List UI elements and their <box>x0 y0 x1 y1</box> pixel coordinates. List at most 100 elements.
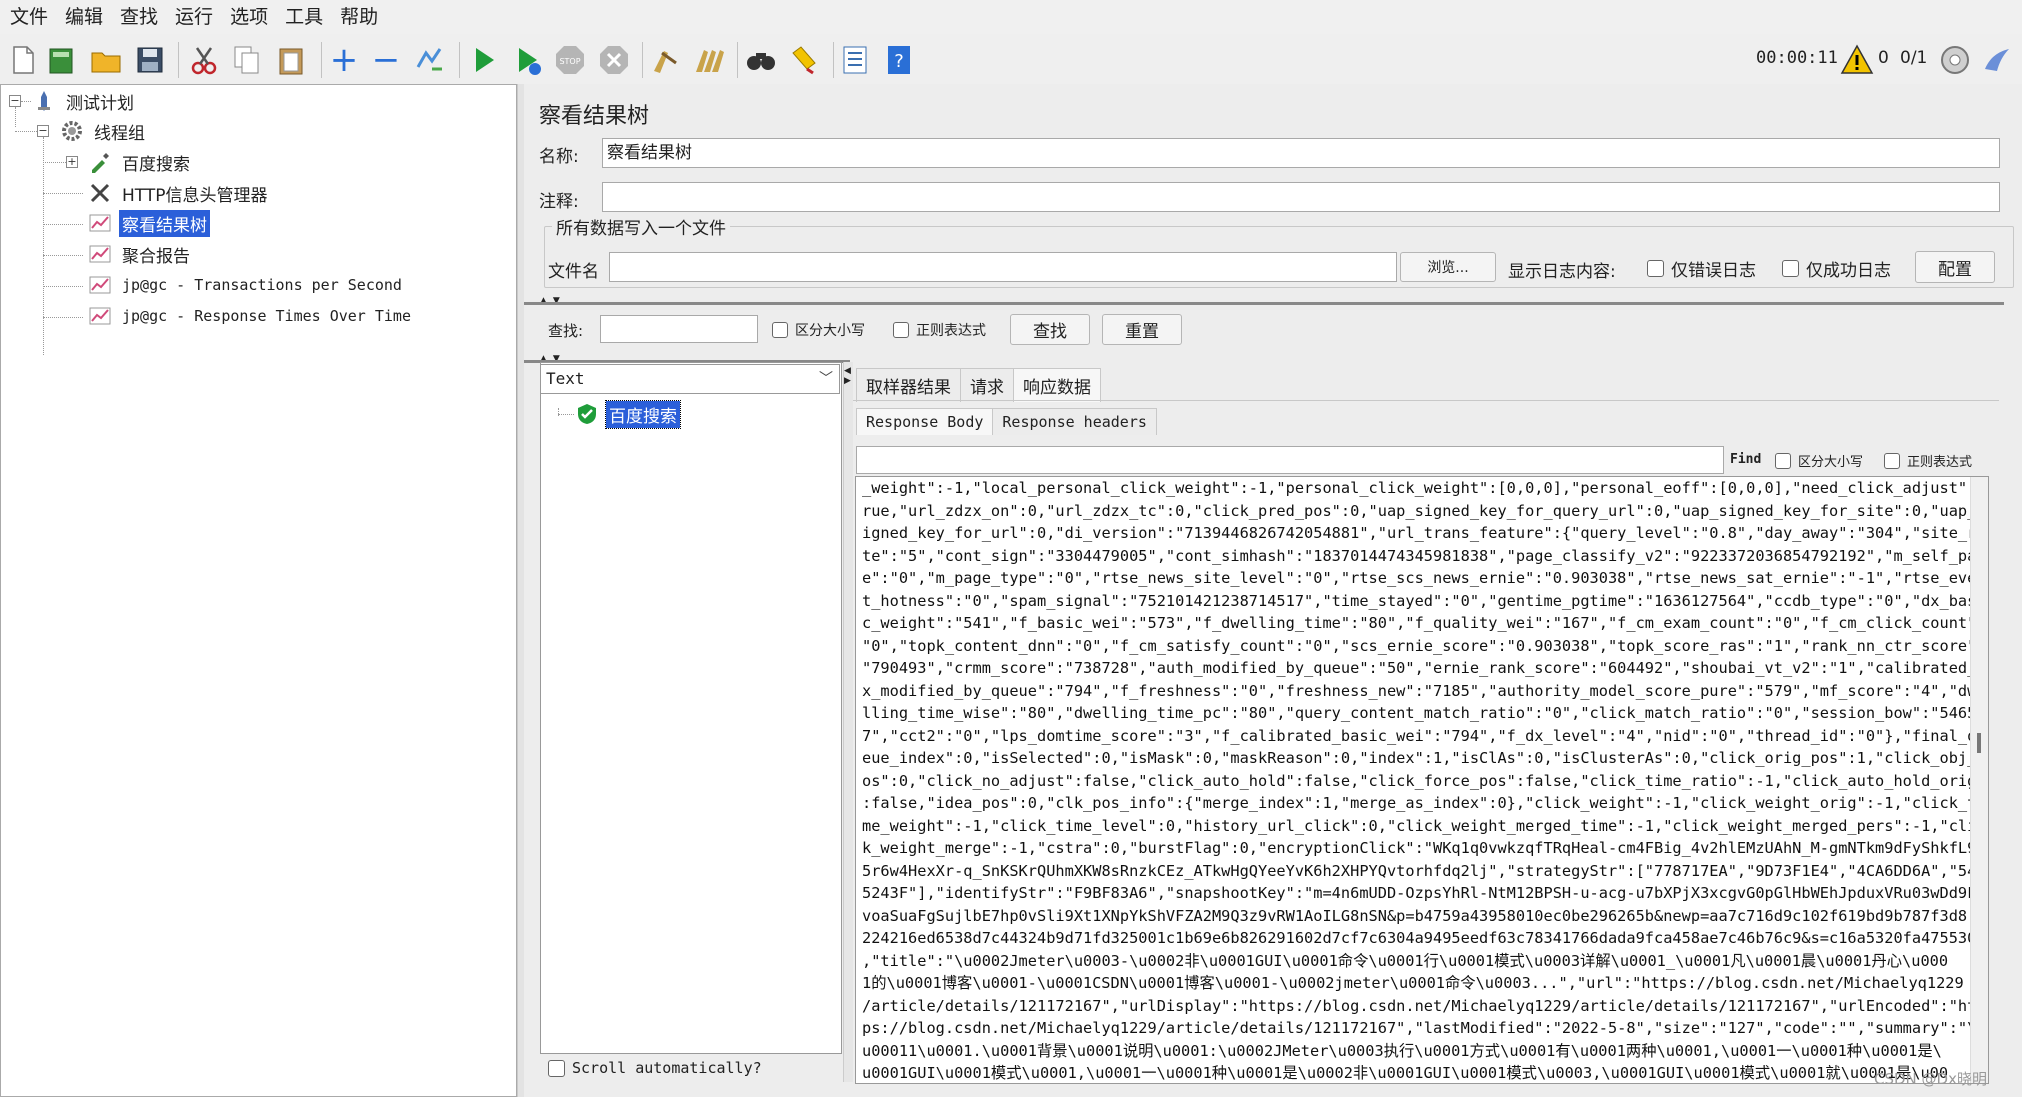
tree-node-test-plan[interactable]: 测试计划 <box>31 87 137 115</box>
search-icon[interactable] <box>742 41 780 79</box>
menu-search[interactable]: 查找 <box>114 0 164 34</box>
response-line: me_weight":-1,"click_time_level":0,"hist… <box>862 816 1986 835</box>
copy-icon[interactable] <box>228 41 266 79</box>
tab-response-data[interactable]: 响应数据 <box>1013 368 1101 402</box>
result-label: 百度搜索 <box>605 399 681 429</box>
tree-node-aggregate-report[interactable]: 聚合报告 <box>87 240 193 268</box>
response-line: igned_key_for_url":0,"di_version":"71394… <box>862 524 1986 542</box>
response-body[interactable]: _weight":-1,"local_personal_click_weight… <box>855 476 1989 1084</box>
split-bar[interactable] <box>524 302 2004 305</box>
tree-label: 聚合报告 <box>122 246 190 267</box>
chevron-down-icon: ﹀ <box>819 371 833 387</box>
response-line: c_weight":"541","f_basic_wei":"573","f_d… <box>862 614 1986 632</box>
tree-label: 线程组 <box>94 123 145 144</box>
response-line: rue,"url_zdzx_on":0,"url_zdzx_tc":0,"cli… <box>862 501 1986 520</box>
menu-help[interactable]: 帮助 <box>334 0 384 34</box>
reset-search-icon[interactable] <box>785 41 823 79</box>
expand-toggle[interactable]: + <box>66 156 78 168</box>
tree-node-thread-group[interactable]: 线程组 <box>59 117 148 145</box>
log-content-label: 显示日志内容: <box>1508 262 1616 282</box>
search-input[interactable] <box>600 315 758 343</box>
comment-field[interactable] <box>602 182 2000 212</box>
configure-button[interactable]: 配置 <box>1915 251 1995 283</box>
collapse-toggle[interactable]: − <box>9 95 21 107</box>
split-divider[interactable] <box>517 84 524 1097</box>
collapse-toggle[interactable]: − <box>37 125 49 137</box>
sample-result-item[interactable]: 百度搜索 <box>574 399 681 429</box>
test-plan-tree: − 测试计划 − 线程组 + 百度搜索 HTTP信息头管理器 察看结果树 聚合报… <box>0 84 517 1097</box>
tab-response-body[interactable]: Response Body <box>856 408 994 435</box>
find-regex-checkbox[interactable]: 正则表达式 <box>1884 451 1972 470</box>
tab-response-headers[interactable]: Response headers <box>992 408 1157 435</box>
toggle-icon[interactable] <box>410 41 448 79</box>
scroll-thumb[interactable] <box>1977 733 1981 753</box>
open-icon[interactable] <box>87 41 125 79</box>
case-sensitive-checkbox[interactable]: 区分大小写 <box>772 320 865 340</box>
collapse-arrows-icon[interactable]: ◀ ▶ <box>844 366 851 386</box>
remote-icon[interactable] <box>1978 41 2016 79</box>
start-no-pause-icon[interactable] <box>509 41 547 79</box>
tree-label: 察看结果树 <box>119 209 210 237</box>
find-case-checkbox[interactable]: 区分大小写 <box>1775 451 1863 470</box>
remove-icon[interactable]: − <box>367 41 405 79</box>
checkbox-label: 区分大小写 <box>1798 455 1864 470</box>
success-only-checkbox[interactable]: 仅成功日志 <box>1782 256 1891 281</box>
vertical-scrollbar[interactable] <box>1970 477 1988 1083</box>
shutdown-icon[interactable] <box>595 41 633 79</box>
menu-file[interactable]: 文件 <box>4 0 54 34</box>
checkbox-label: 区分大小写 <box>795 323 865 339</box>
tree-node-response-times[interactable]: jp@gc - Response Times Over Time <box>87 302 414 330</box>
name-field[interactable]: 察看结果树 <box>602 138 2000 168</box>
paste-icon[interactable] <box>272 41 310 79</box>
menu-bar: 文件 编辑 查找 运行 选项 工具 帮助 <box>0 0 2022 34</box>
tree-node-results-tree[interactable]: 察看结果树 <box>87 209 210 237</box>
response-line: ps://blog.csdn.net/Michaelyq1229/article… <box>862 1019 1977 1037</box>
result-split-divider[interactable] <box>843 362 853 1082</box>
find-button[interactable]: 查找 <box>1010 314 1090 345</box>
response-line: u00011\u0001.\u0001背景\u0001说明\u0001:\u00… <box>862 1041 1942 1060</box>
clear-icon[interactable] <box>646 41 684 79</box>
function-helper-icon[interactable] <box>836 41 874 79</box>
add-icon[interactable]: + <box>325 41 363 79</box>
response-line: lling_time_wise":"80","dwelling_time_pc"… <box>862 704 1986 722</box>
tab-sampler-result[interactable]: 取样器结果 <box>856 368 961 402</box>
name-label: 名称: <box>539 147 579 167</box>
reset-button[interactable]: 重置 <box>1102 314 1182 345</box>
new-icon[interactable] <box>4 41 42 79</box>
checkbox-label: 仅成功日志 <box>1806 261 1891 281</box>
checkbox-label: Scroll automatically? <box>572 1059 762 1077</box>
renderer-select[interactable]: Text ﹀ <box>540 364 840 394</box>
browse-button[interactable]: 浏览... <box>1400 252 1496 282</box>
menu-options[interactable]: 选项 <box>224 0 274 34</box>
response-line: 5243F"],"identifyStr":"F9BF83A6","snapsh… <box>862 884 1986 902</box>
tree-label: 测试计划 <box>66 93 134 114</box>
find-label: Find <box>1730 452 1762 467</box>
menu-tools[interactable]: 工具 <box>279 0 329 34</box>
tree-node-header-manager[interactable]: HTTP信息头管理器 <box>87 179 271 207</box>
menu-run[interactable]: 运行 <box>169 0 219 34</box>
find-input[interactable] <box>856 446 1724 474</box>
response-line: 224216ed6538d7c44324b9d71fd325001c1b69e6… <box>862 929 1986 947</box>
errors-only-checkbox[interactable]: 仅错误日志 <box>1647 256 1756 281</box>
help-icon[interactable]: ? <box>880 41 918 79</box>
tree-node-tps[interactable]: jp@gc - Transactions per Second <box>87 271 405 299</box>
tree-label: HTTP信息头管理器 <box>122 185 268 206</box>
start-icon[interactable] <box>465 41 503 79</box>
save-icon[interactable] <box>131 41 169 79</box>
response-line: :false,"idea_pos":0,"clk_pos_info":{"mer… <box>862 794 1986 812</box>
tab-request[interactable]: 请求 <box>960 368 1014 402</box>
comment-label: 注释: <box>539 192 579 212</box>
tree-node-sampler[interactable]: 百度搜索 <box>87 148 193 176</box>
regex-checkbox[interactable]: 正则表达式 <box>893 320 986 340</box>
response-line: t_hotness":"0","spam_signal":"7521014212… <box>862 591 1986 610</box>
filename-field[interactable] <box>609 252 1397 282</box>
chart-icon <box>87 303 113 329</box>
clear-all-icon[interactable] <box>690 41 728 79</box>
stop-icon[interactable]: STOP <box>551 41 589 79</box>
scroll-auto-checkbox[interactable]: Scroll automatically? <box>548 1059 762 1077</box>
success-shield-icon <box>574 401 600 427</box>
templates-icon[interactable] <box>43 41 81 79</box>
warning-icon[interactable] <box>1838 41 1876 79</box>
cut-icon[interactable] <box>185 41 223 79</box>
menu-edit[interactable]: 编辑 <box>59 0 109 34</box>
